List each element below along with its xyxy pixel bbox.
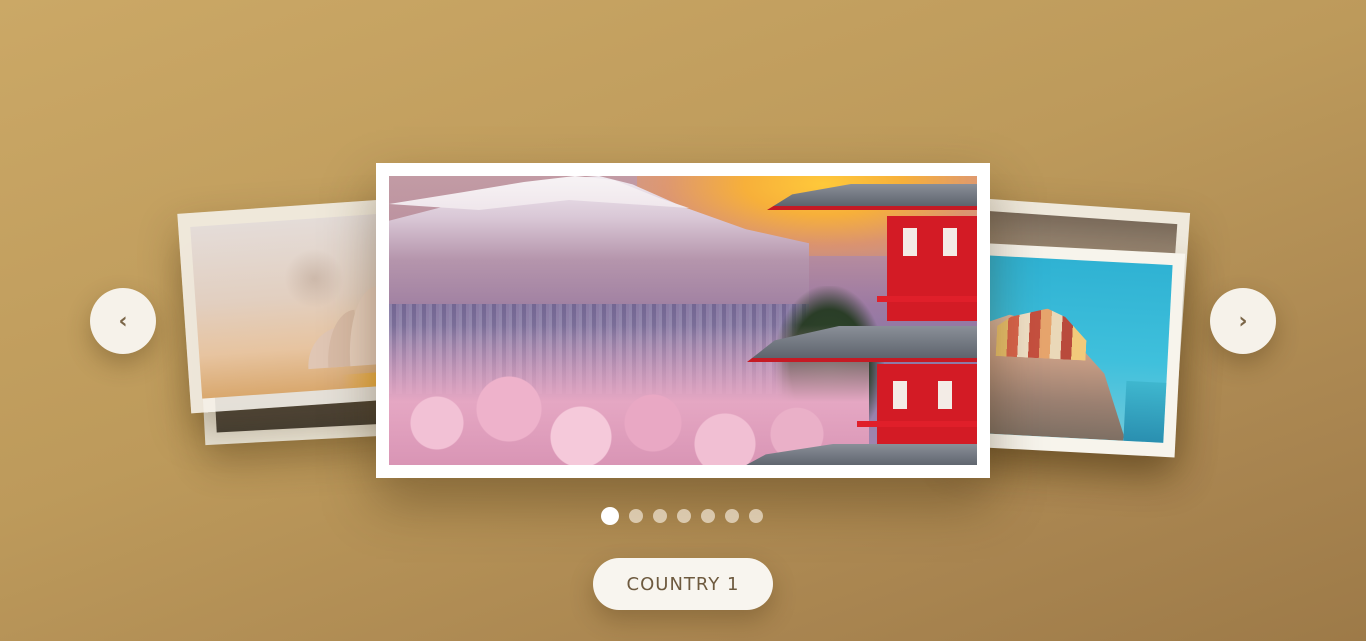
slide-card-active[interactable] xyxy=(376,163,990,478)
pagoda-railing xyxy=(877,296,977,302)
pagination-dots xyxy=(601,507,763,525)
slide-photo-right xyxy=(973,255,1173,443)
slide-photo-active xyxy=(389,176,977,465)
pagoda-window xyxy=(938,381,952,409)
slide-photo-left xyxy=(190,213,398,399)
slide-card-right[interactable] xyxy=(960,242,1186,458)
pagoda-body xyxy=(887,216,977,321)
pagoda-roof xyxy=(747,326,977,362)
pagoda-window xyxy=(903,228,917,256)
country-label-button[interactable]: COUNTRY 1 xyxy=(593,558,773,610)
pagination-dot[interactable] xyxy=(677,509,691,523)
next-button[interactable]: › xyxy=(1210,288,1276,354)
pagoda-window xyxy=(943,228,957,256)
pagination-dot[interactable] xyxy=(749,509,763,523)
pagoda-roof xyxy=(767,184,977,210)
chevron-right-icon: › xyxy=(1238,308,1248,334)
colorful-houses xyxy=(996,306,1088,361)
pagination-dot[interactable] xyxy=(653,509,667,523)
carousel-stage: ‹ › COUNTRY 1 xyxy=(0,0,1366,641)
pagoda-body xyxy=(877,364,977,444)
pagoda-window xyxy=(893,381,907,409)
prev-button[interactable]: ‹ xyxy=(90,288,156,354)
pagination-dot-active[interactable] xyxy=(601,507,619,525)
pagination-dot[interactable] xyxy=(725,509,739,523)
pagoda xyxy=(737,176,977,465)
pagoda-roof xyxy=(737,444,977,465)
pagoda-railing xyxy=(857,421,977,427)
pagination-dot[interactable] xyxy=(629,509,643,523)
chevron-left-icon: ‹ xyxy=(118,308,128,334)
sea-shape xyxy=(1123,380,1167,443)
pagination-dot[interactable] xyxy=(701,509,715,523)
country-label: COUNTRY 1 xyxy=(626,573,740,595)
palm-shape xyxy=(282,246,347,311)
